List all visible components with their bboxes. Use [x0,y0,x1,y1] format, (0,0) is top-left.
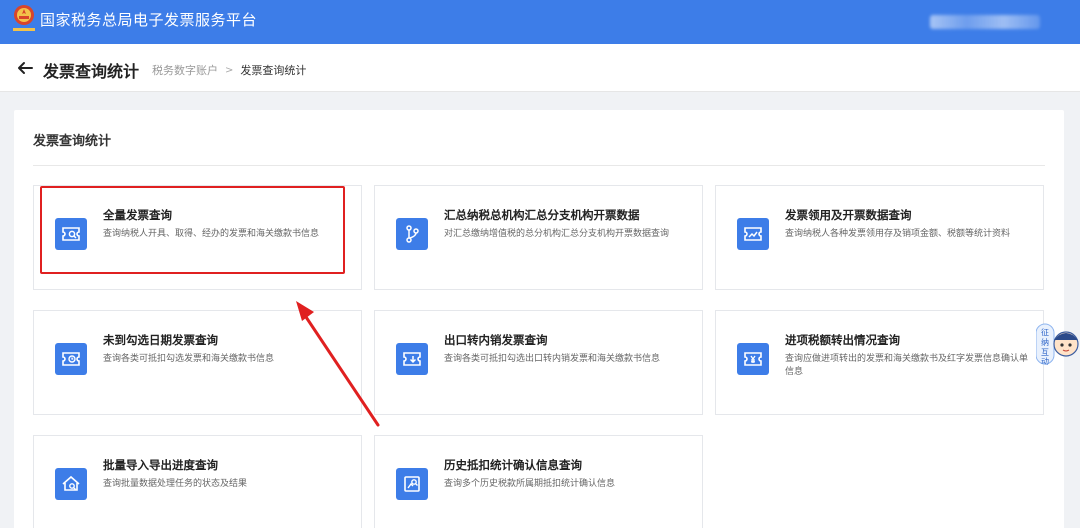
app-title: 国家税务总局电子发票服务平台 [40,11,258,29]
page-title: 发票查询统计 [43,62,140,81]
invoice-download-icon [396,343,428,375]
card-title: 未到勾选日期发票查询 [103,333,218,347]
history-search-icon [396,468,428,500]
card-description: 查询各类可抵扣勾选发票和海关缴款书信息 [103,354,275,364]
card-description: 查询纳税人各种发票领用存及销项金额、税额等统计资料 [785,229,1011,239]
card-title: 进项税额转出情况查询 [785,333,900,347]
card-description: 查询批量数据处理任务的状态及结果 [103,479,248,489]
breadcrumb-current: 发票查询统计 [240,64,307,77]
breadcrumb-separator: > [225,64,234,76]
svg-text:征: 征 [1041,327,1049,337]
card-description: 查询各类可抵扣勾选出口转内销发票和海关缴款书信息 [444,354,661,364]
tax-emblem-logo [13,5,35,31]
card-title: 发票领用及开票数据查询 [785,208,912,222]
card-invoice-usage-query[interactable]: 发票领用及开票数据查询 查询纳税人各种发票领用存及销项金额、税额等统计资料 [715,185,1044,290]
card-branch-invoice-data[interactable]: 汇总纳税总机构汇总分支机构开票数据 对汇总缴纳增值税的总分机构汇总分支机构开票数… [374,185,703,290]
card-description: 查询多个历史税款所属期抵扣统计确认信息 [444,479,616,489]
invoice-clock-icon [55,343,87,375]
card-input-tax-transfer-query[interactable]: 进项税额转出情况查询 查询应做进项转出的发票和海关缴款书及红字发票信息确认单信息 [715,310,1044,415]
invoice-yuan-icon [737,343,769,375]
top-bar: 国家税务总局电子发票服务平台 [0,0,1080,44]
card-description: 对汇总缴纳增值税的总分机构汇总分支机构开票数据查询 [444,229,670,239]
card-batch-progress-query[interactable]: 批量导入导出进度查询 查询批量数据处理任务的状态及结果 [33,435,362,528]
card-title: 出口转内销发票查询 [444,333,548,347]
invoice-search-icon [55,218,87,250]
card-pending-check-invoice-query[interactable]: 未到勾选日期发票查询 查询各类可抵扣勾选发票和海关缴款书信息 [33,310,362,415]
card-history-deduction-query[interactable]: 历史抵扣统计确认信息查询 查询多个历史税款所属期抵扣统计确认信息 [374,435,703,528]
invoice-trend-icon [737,218,769,250]
batch-progress-icon [55,468,87,500]
panel-divider [33,165,1045,166]
card-title: 全量发票查询 [103,208,172,222]
main-panel: 发票查询统计 全量发票查询 查询纳税人开具、取得、经办的发票和海关缴款书信息 汇… [14,110,1064,528]
panel-title: 发票查询统计 [33,134,112,149]
card-export-to-domestic-query[interactable]: 出口转内销发票查询 查询各类可抵扣勾选出口转内销发票和海关缴款书信息 [374,310,703,415]
card-title: 汇总纳税总机构汇总分支机构开票数据 [444,208,640,222]
svg-text:动: 动 [1041,356,1049,366]
svg-text:纳: 纳 [1041,337,1049,347]
service-mascot-icon[interactable]: 征 纳 互 动 [1036,318,1080,368]
user-account-menu[interactable] [930,12,1050,32]
breadcrumb: 税务数字账户 > 发票查询统计 [152,62,306,78]
back-arrow-icon[interactable] [16,59,34,77]
card-full-invoice-query[interactable]: 全量发票查询 查询纳税人开具、取得、经办的发票和海关缴款书信息 [33,185,362,290]
user-name-redacted [930,15,1040,29]
card-title: 批量导入导出进度查询 [103,458,218,472]
card-title: 历史抵扣统计确认信息查询 [444,458,582,472]
breadcrumb-parent[interactable]: 税务数字账户 [152,62,218,78]
svg-text:互: 互 [1041,348,1049,357]
branch-icon [396,218,428,250]
card-description: 查询应做进项转出的发票和海关缴款书及红字发票信息确认单信息 [785,354,1029,377]
page-header: 发票查询统计 税务数字账户 > 发票查询统计 [0,44,1080,92]
card-description: 查询纳税人开具、取得、经办的发票和海关缴款书信息 [103,229,320,239]
